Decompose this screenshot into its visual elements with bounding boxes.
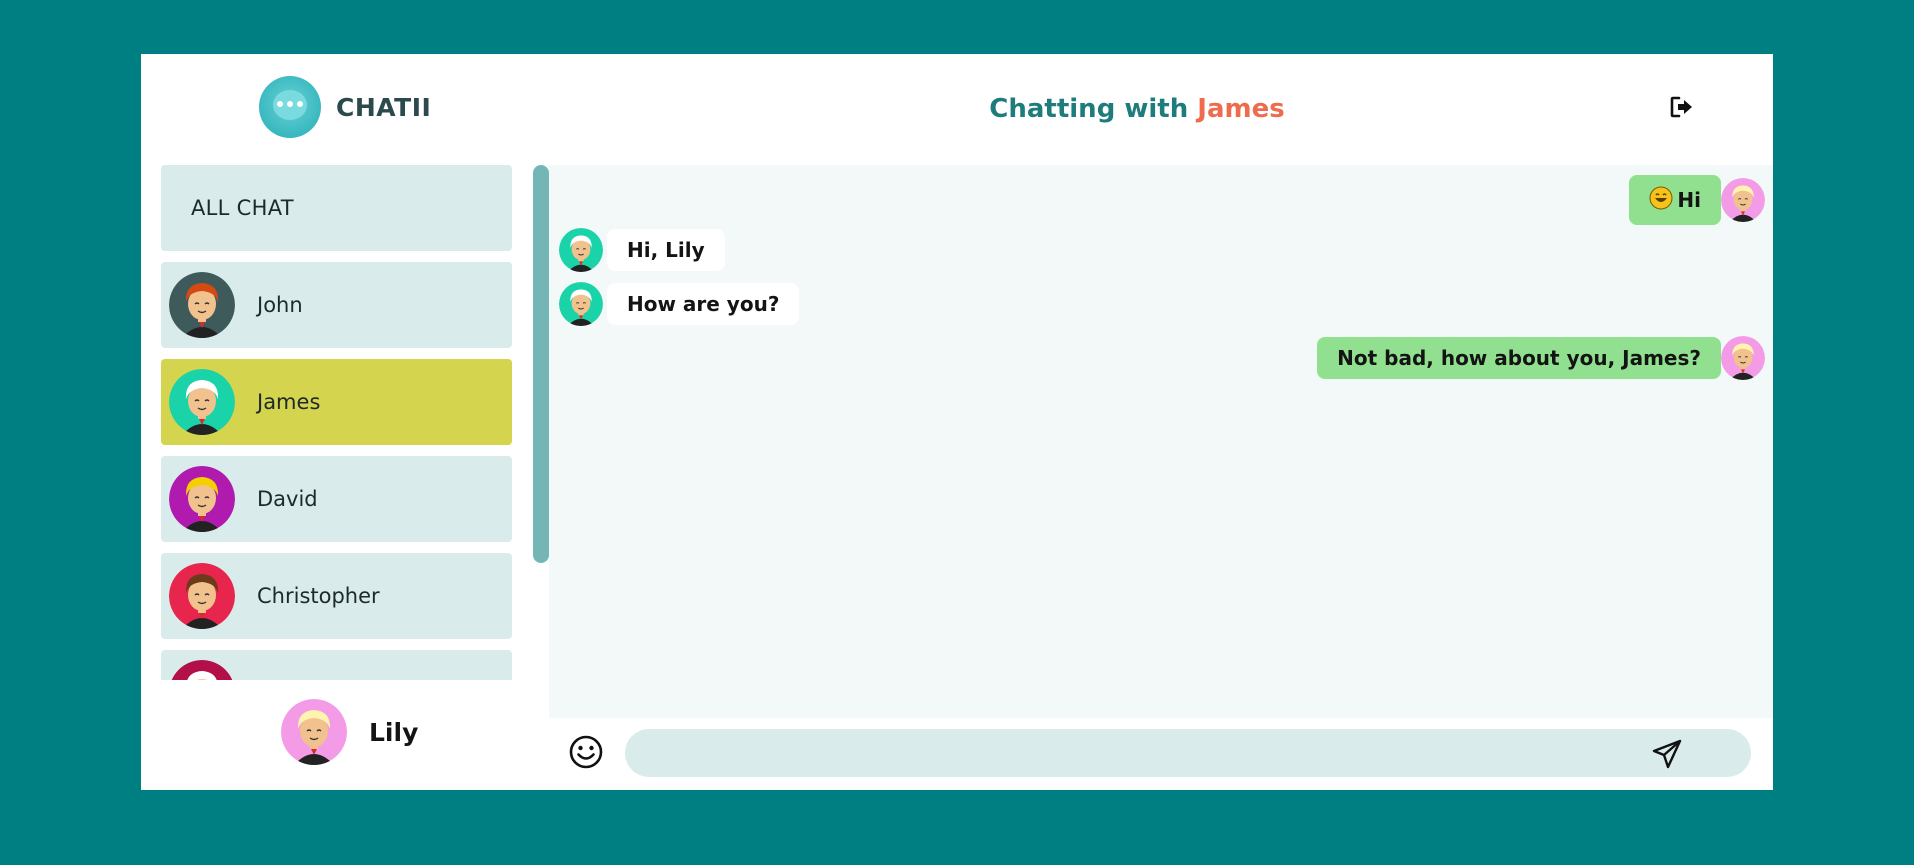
sidebar-item-label: ALL CHAT <box>191 196 294 220</box>
message-bubble: Hi, Lily <box>607 229 725 271</box>
message-area: Hi Hi, Lily How are you? Not bad, how about… <box>549 165 1773 718</box>
sent-message: Hi <box>1629 175 1765 225</box>
received-message: Hi, Lily <box>559 228 725 272</box>
chat-list-scrollbar[interactable] <box>533 165 549 563</box>
contact-name: James <box>257 390 321 414</box>
title-contact: James <box>1197 94 1285 124</box>
sidebar-item-contact[interactable]: John <box>161 262 512 348</box>
contact-name: John <box>257 293 303 317</box>
message-bubble: Hi <box>1629 175 1721 225</box>
avatar <box>559 282 603 326</box>
logout-button[interactable] <box>1667 92 1697 122</box>
sidebar-item-contact[interactable]: Christopher <box>161 553 512 639</box>
avatar <box>169 660 235 680</box>
message-bubble: How are you? <box>607 283 800 325</box>
sidebar-item-contact[interactable] <box>161 650 512 680</box>
avatar <box>559 228 603 272</box>
message-bubble: Not bad, how about you, James? <box>1317 337 1721 379</box>
current-user: Lily <box>281 699 418 765</box>
chat-bubble-logo-icon <box>259 76 321 138</box>
smiley-icon <box>569 735 603 769</box>
chat-list: ALL CHAT John James David Christopher <box>161 165 512 680</box>
logout-icon <box>1670 96 1692 118</box>
avatar <box>169 272 235 338</box>
avatar <box>169 369 235 435</box>
message-input[interactable] <box>645 729 1649 779</box>
message-text: How are you? <box>627 292 780 316</box>
emoji-button[interactable] <box>568 734 604 770</box>
avatar <box>169 563 235 629</box>
title-prefix: Chatting with <box>989 94 1189 124</box>
contact-name: Christopher <box>257 584 380 608</box>
avatar <box>1721 178 1765 222</box>
received-message: How are you? <box>559 282 800 326</box>
sidebar-item-contact[interactable]: David <box>161 456 512 542</box>
send-icon <box>1652 739 1682 769</box>
chat-app: CHATII Chatting with James ALL CHAT John… <box>141 54 1773 790</box>
current-user-name: Lily <box>369 717 419 747</box>
message-text: Not bad, how about you, James? <box>1337 346 1701 370</box>
message-input-container <box>625 729 1751 779</box>
avatar <box>169 466 235 532</box>
send-button[interactable] <box>1651 738 1683 770</box>
grinning-face-icon <box>1649 186 1673 215</box>
message-text: Hi <box>1677 188 1701 212</box>
sidebar-item-contact[interactable]: James <box>161 359 512 445</box>
avatar <box>281 699 347 765</box>
message-text: Hi, Lily <box>627 238 705 262</box>
sent-message: Not bad, how about you, James? <box>1317 336 1765 380</box>
avatar <box>1721 336 1765 380</box>
contact-name: David <box>257 487 318 511</box>
sidebar-item-all-chat[interactable]: ALL CHAT <box>161 165 512 251</box>
